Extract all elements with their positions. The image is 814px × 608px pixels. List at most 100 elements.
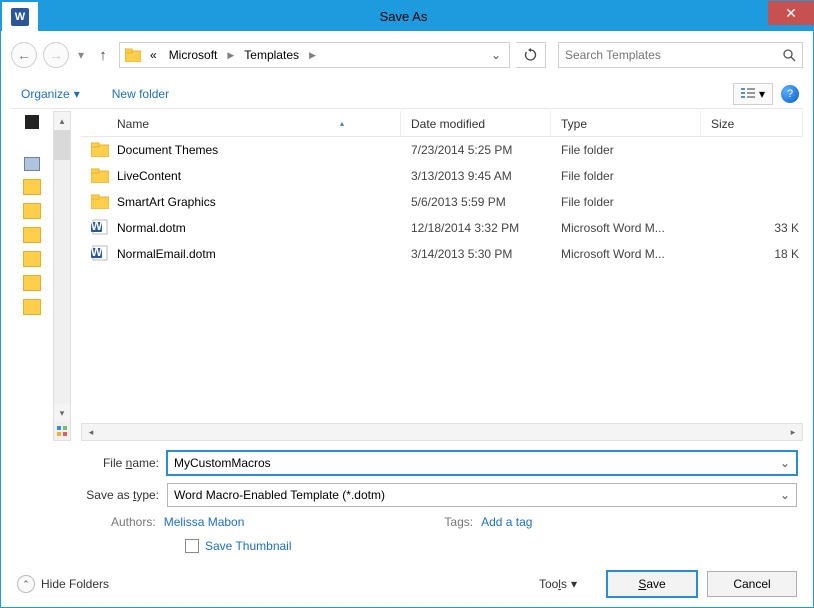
file-row[interactable]: Document Themes7/23/2014 5:25 PMFile fol… (81, 137, 803, 163)
saveastype-label: Save as type: (17, 488, 167, 502)
search-input[interactable] (565, 48, 782, 62)
chevron-down-icon: ▾ (571, 577, 577, 591)
organize-button[interactable]: Organize ▾ (15, 83, 86, 105)
crumb-prefix[interactable]: « (146, 46, 161, 64)
folder-icon (91, 167, 111, 185)
up-button[interactable]: ↑ (93, 43, 113, 67)
folder-icon (91, 141, 111, 159)
tree-item[interactable] (25, 115, 39, 129)
tree-item-folder[interactable] (23, 203, 41, 219)
navigation-pane: ▴ ▾ (11, 111, 81, 441)
file-row[interactable]: W NormalEmail.dotm3/14/2013 5:30 PMMicros… (81, 241, 803, 267)
scroll-thumb[interactable] (54, 130, 70, 160)
tree-item-folder[interactable] (23, 299, 41, 315)
file-row[interactable]: LiveContent3/13/2013 9:45 AMFile folder (81, 163, 803, 189)
word-icon: W (11, 8, 29, 26)
new-folder-label: New folder (112, 87, 169, 101)
authors-label: Authors: (111, 515, 156, 529)
file-pane: Name ▴ Date modified Type Size Document … (81, 111, 803, 441)
middle-pane: ▴ ▾ Name ▴ (11, 111, 803, 441)
file-row[interactable]: WNormal.dotm12/18/2014 3:32 PMMicrosoft … (81, 215, 803, 241)
tree-item-computer[interactable] (24, 157, 40, 171)
forward-button[interactable]: → (43, 42, 69, 68)
file-list-header: Name ▴ Date modified Type Size (81, 111, 803, 137)
bottom-panel: File name: ⌄ Save as type: Word Macro-En… (11, 441, 803, 597)
view-options-button[interactable]: ▾ (733, 83, 773, 105)
save-thumbnail-label[interactable]: Save Thumbnail (205, 539, 292, 553)
tools-label: Tools (539, 577, 567, 591)
folder-icon (124, 46, 142, 64)
tools-button[interactable]: Tools ▾ (539, 577, 577, 591)
file-date: 3/13/2013 9:45 AM (411, 169, 561, 183)
column-name-label: Name (117, 117, 149, 131)
tree-item-folder[interactable] (23, 179, 41, 195)
file-name: Document Themes (117, 143, 411, 157)
search-box[interactable] (558, 42, 803, 68)
file-size: 18 K (711, 247, 803, 261)
filename-input[interactable] (174, 456, 780, 470)
filename-label: File name: (17, 456, 167, 470)
file-type: Microsoft Word M... (561, 247, 711, 261)
chevron-down-icon: ▾ (759, 87, 765, 101)
file-list[interactable]: Document Themes7/23/2014 5:25 PMFile fol… (81, 137, 803, 423)
crumb-templates[interactable]: Templates (240, 46, 303, 64)
save-button[interactable]: Save (607, 571, 697, 597)
column-header-name[interactable]: Name ▴ (81, 111, 401, 136)
file-size: 33 K (711, 221, 803, 235)
refresh-button[interactable] (516, 42, 546, 68)
nav-scrollbar[interactable]: ▴ ▾ (53, 111, 71, 441)
save-thumbnail-checkbox[interactable] (185, 539, 199, 553)
saveastype-value: Word Macro-Enabled Template (*.dotm) (174, 488, 780, 502)
sort-indicator-icon: ▴ (340, 119, 344, 128)
list-view-icon (741, 88, 755, 100)
new-folder-button[interactable]: New folder (106, 83, 175, 105)
back-button[interactable]: ← (11, 42, 37, 68)
tree-item-folder[interactable] (23, 275, 41, 291)
authors-value[interactable]: Melissa Mabon (164, 515, 245, 529)
saveastype-field[interactable]: Word Macro-Enabled Template (*.dotm) ⌄ (167, 483, 797, 507)
scroll-down-button[interactable]: ▾ (54, 404, 70, 422)
chevron-right-icon[interactable]: ▶ (225, 50, 236, 61)
scroll-left-button[interactable]: ◂ (82, 424, 100, 440)
organize-label: Organize (21, 87, 70, 101)
address-bar[interactable]: « Microsoft ▶ Templates ▶ ⌄ (119, 42, 510, 68)
cancel-button[interactable]: Cancel (707, 571, 797, 597)
chevron-right-icon[interactable]: ▶ (307, 50, 318, 61)
folder-icon (91, 193, 111, 211)
hide-folders-button[interactable]: ⌃ Hide Folders (17, 575, 109, 593)
close-button[interactable]: ✕ (768, 1, 814, 25)
help-button[interactable]: ? (781, 85, 799, 103)
tree-bottom-icon (54, 422, 70, 440)
content-area: ← → ▾ ↑ « Microsoft ▶ Templates ▶ ⌄ (1, 31, 813, 607)
file-date: 12/18/2014 3:32 PM (411, 221, 561, 235)
tree-item-folder[interactable] (23, 251, 41, 267)
tags-label: Tags: (444, 515, 473, 529)
nav-row: ← → ▾ ↑ « Microsoft ▶ Templates ▶ ⌄ (11, 39, 803, 71)
horizontal-scrollbar[interactable]: ◂ ▸ (81, 423, 803, 441)
file-name: NormalEmail.dotm (117, 247, 411, 261)
word-file-icon: W (91, 219, 111, 237)
window-title: Save As (39, 9, 768, 24)
scroll-up-button[interactable]: ▴ (54, 112, 70, 130)
address-dropdown[interactable]: ⌄ (487, 48, 505, 62)
hide-folders-label: Hide Folders (41, 577, 109, 591)
filename-field[interactable]: ⌄ (167, 451, 797, 475)
column-header-size[interactable]: Size (701, 111, 803, 136)
crumb-microsoft[interactable]: Microsoft (165, 46, 222, 64)
column-header-date[interactable]: Date modified (401, 111, 551, 136)
nav-tree[interactable] (11, 111, 53, 441)
file-row[interactable]: SmartArt Graphics5/6/2013 5:59 PMFile fo… (81, 189, 803, 215)
scroll-right-button[interactable]: ▸ (784, 424, 802, 440)
filename-dropdown[interactable]: ⌄ (780, 456, 790, 470)
saveastype-dropdown[interactable]: ⌄ (780, 488, 790, 502)
history-dropdown[interactable]: ▾ (75, 48, 87, 62)
tags-value[interactable]: Add a tag (481, 515, 532, 529)
column-header-type[interactable]: Type (551, 111, 701, 136)
file-date: 3/14/2013 5:30 PM (411, 247, 561, 261)
word-file-icon: W (91, 245, 111, 263)
file-name: SmartArt Graphics (117, 195, 411, 209)
file-name: LiveContent (117, 169, 411, 183)
search-icon[interactable] (782, 48, 796, 62)
app-icon-slot: W (1, 1, 39, 31)
tree-item-folder[interactable] (23, 227, 41, 243)
